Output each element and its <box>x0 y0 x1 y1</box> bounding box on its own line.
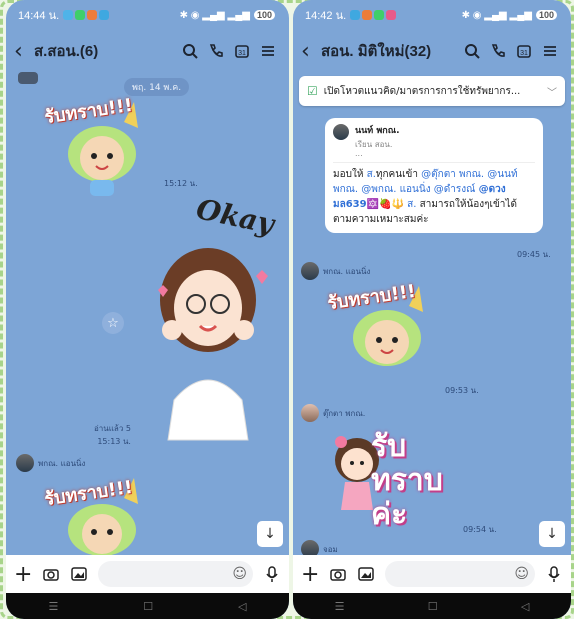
back-arrow-icon[interactable]: ‹ <box>14 39 34 64</box>
home-icon[interactable]: ☐ <box>143 600 153 613</box>
camera-icon[interactable] <box>329 565 347 583</box>
mic-icon[interactable] <box>263 565 281 583</box>
avatar <box>301 262 319 280</box>
input-bar: + ☺ <box>293 555 571 593</box>
emoji-icon[interactable]: ☺ <box>232 566 247 582</box>
sticker-message[interactable]: รับทราบ!!! <box>43 92 154 202</box>
okay-sticker[interactable]: Okay <box>144 192 284 441</box>
notification-icons <box>63 10 110 20</box>
message-input[interactable]: ☺ <box>98 561 253 587</box>
menu-icon[interactable] <box>255 38 281 64</box>
system-nav-bar: ☰ ☐ ◁ <box>293 593 571 619</box>
message-time: 15:13 น. <box>97 437 131 446</box>
chevron-down-icon[interactable]: ﹀ <box>547 84 557 99</box>
right-phone-screen: 14:42 น. ✱ ◉ ▂▄▆ ▂▄▆ 100 ‹ สอน. มิติใหม่… <box>293 0 571 619</box>
mic-icon[interactable] <box>545 565 563 583</box>
sticker-caption: รับทราบค่ะ <box>371 429 443 532</box>
notification-icons <box>350 10 397 20</box>
home-icon[interactable]: ☐ <box>428 600 438 613</box>
poll-icon: ☑ <box>307 84 318 98</box>
back-nav-icon[interactable]: ◁ <box>521 600 529 613</box>
announcement-text: เปิดโหวตแนวคิด/มาตรการการใช้ทรัพยากร... <box>323 85 521 97</box>
emoji-icon: 🔯🍓🔱 <box>366 199 404 210</box>
text-segment: ทุกคนเข้า <box>375 169 422 180</box>
mention-link[interactable]: ส. <box>407 199 416 210</box>
message-bubble[interactable]: นนท์ พกณ. เรียน สอน. ... มอบให้ ส.ทุกคนเ… <box>325 118 543 233</box>
chat-area[interactable]: นนท์ พกณ. เรียน สอน. ... มอบให้ ส.ทุกคนเ… <box>293 108 571 558</box>
sender-name: ตุ๊กตา พกณ. <box>323 408 366 418</box>
battery-indicator: 100 <box>535 10 557 20</box>
avatar <box>18 72 38 84</box>
svg-text:31: 31 <box>520 50 528 57</box>
message-text: มอบให้ ส.ทุกคนเข้า @ตุ๊กตา พกณ. @นนท์ พก… <box>333 167 535 227</box>
back-nav-icon[interactable]: ◁ <box>238 600 246 613</box>
emoji-icon[interactable]: ☺ <box>514 566 529 582</box>
chat-header: ‹ ส.สอน.(6) 31 <box>6 30 289 72</box>
plus-icon[interactable]: + <box>301 562 319 587</box>
mention-link[interactable]: @พกณ. แอนนิ่ง <box>361 184 430 195</box>
chat-area[interactable]: พฤ. 14 พ.ค. รับทราบ!!! 15:12 น. Okay ☆ อ… <box>6 72 289 556</box>
avatar <box>16 454 34 472</box>
chat-header: ‹ สอน. มิติใหม่(32) 31 <box>293 30 571 72</box>
search-icon[interactable] <box>459 38 485 64</box>
status-time: 14:44 น. <box>18 10 60 22</box>
image-icon[interactable] <box>357 565 375 583</box>
announcement-banner[interactable]: ☑ เปิดโหวตแนวคิด/มาตรการการใช้ทรัพยากร..… <box>299 76 565 106</box>
phone-icon[interactable] <box>485 38 511 64</box>
search-icon[interactable] <box>177 38 203 64</box>
sticker-message[interactable]: รับทราบ!!! <box>43 472 154 562</box>
status-bar: 14:44 น. ✱ ◉ ▂▄▆ ▂▄▆ 100 <box>6 0 289 30</box>
avatar <box>333 124 349 140</box>
recents-icon[interactable]: ☰ <box>335 600 345 613</box>
scroll-down-icon[interactable]: ↓ <box>257 521 283 547</box>
avatar <box>301 404 319 422</box>
svg-text:31: 31 <box>238 50 246 57</box>
battery-indicator: 100 <box>253 10 275 20</box>
mention-link[interactable]: @ดำรงณ์ <box>434 184 476 195</box>
message-time: 09:53 น. <box>445 386 479 395</box>
reply-name: นนท์ พกณ. <box>355 126 400 136</box>
input-bar: + ☺ <box>6 555 289 593</box>
chat-title: ส.สอน.(6) <box>34 43 99 60</box>
sender-name: จอม <box>323 544 338 554</box>
system-nav-bar: ☰ ☐ ◁ <box>6 593 289 619</box>
signal-icons: ✱ ◉ ▂▄▆ ▂▄▆ <box>461 9 532 21</box>
signal-icons: ✱ ◉ ▂▄▆ ▂▄▆ <box>179 9 250 21</box>
left-phone-screen: 14:44 น. ✱ ◉ ▂▄▆ ▂▄▆ 100 ‹ ส.สอน.(6) 31 … <box>6 0 289 619</box>
back-arrow-icon[interactable]: ‹ <box>301 39 321 64</box>
read-receipt: อ่านแล้ว 5 15:13 น. <box>94 422 131 448</box>
chat-title: สอน. มิติใหม่(32) <box>321 43 432 60</box>
message-time: 09:45 น. <box>517 250 551 259</box>
recents-icon[interactable]: ☰ <box>48 600 58 613</box>
sticker-message[interactable]: รับทราบ!!! <box>326 278 437 383</box>
message-time: 09:54 น. <box>463 525 497 534</box>
star-icon[interactable]: ☆ <box>102 312 124 334</box>
text-segment: มอบให้ <box>333 169 367 180</box>
mention-link[interactable]: ส. <box>367 169 376 180</box>
calendar-icon[interactable]: 31 <box>229 38 255 64</box>
image-icon[interactable] <box>70 565 88 583</box>
read-label: อ่านแล้ว 5 <box>94 424 131 433</box>
sender-name: พกณ. แอนนิ่ง <box>38 458 86 468</box>
menu-icon[interactable] <box>537 38 563 64</box>
calendar-icon[interactable]: 31 <box>511 38 537 64</box>
scroll-down-icon[interactable]: ↓ <box>539 521 565 547</box>
message-time: 15:12 น. <box>164 179 198 188</box>
sender-name: พกณ. แอนนิ่ง <box>323 266 371 276</box>
status-time: 14:42 น. <box>305 10 347 22</box>
sender-row: พกณ. แอนนิ่ง <box>16 454 85 472</box>
mention-link[interactable]: @ตุ๊กตา พกณ. <box>421 169 484 180</box>
plus-icon[interactable]: + <box>14 562 32 587</box>
status-bar: 14:42 น. ✱ ◉ ▂▄▆ ▂▄▆ 100 <box>293 0 571 30</box>
sticker-message[interactable]: รับทราบค่ะ <box>327 420 477 532</box>
phone-icon[interactable] <box>203 38 229 64</box>
camera-icon[interactable] <box>42 565 60 583</box>
message-input[interactable]: ☺ <box>385 561 535 587</box>
reply-quote[interactable]: นนท์ พกณ. เรียน สอน. ... <box>333 124 535 163</box>
reply-ellipsis: ... <box>355 149 363 158</box>
